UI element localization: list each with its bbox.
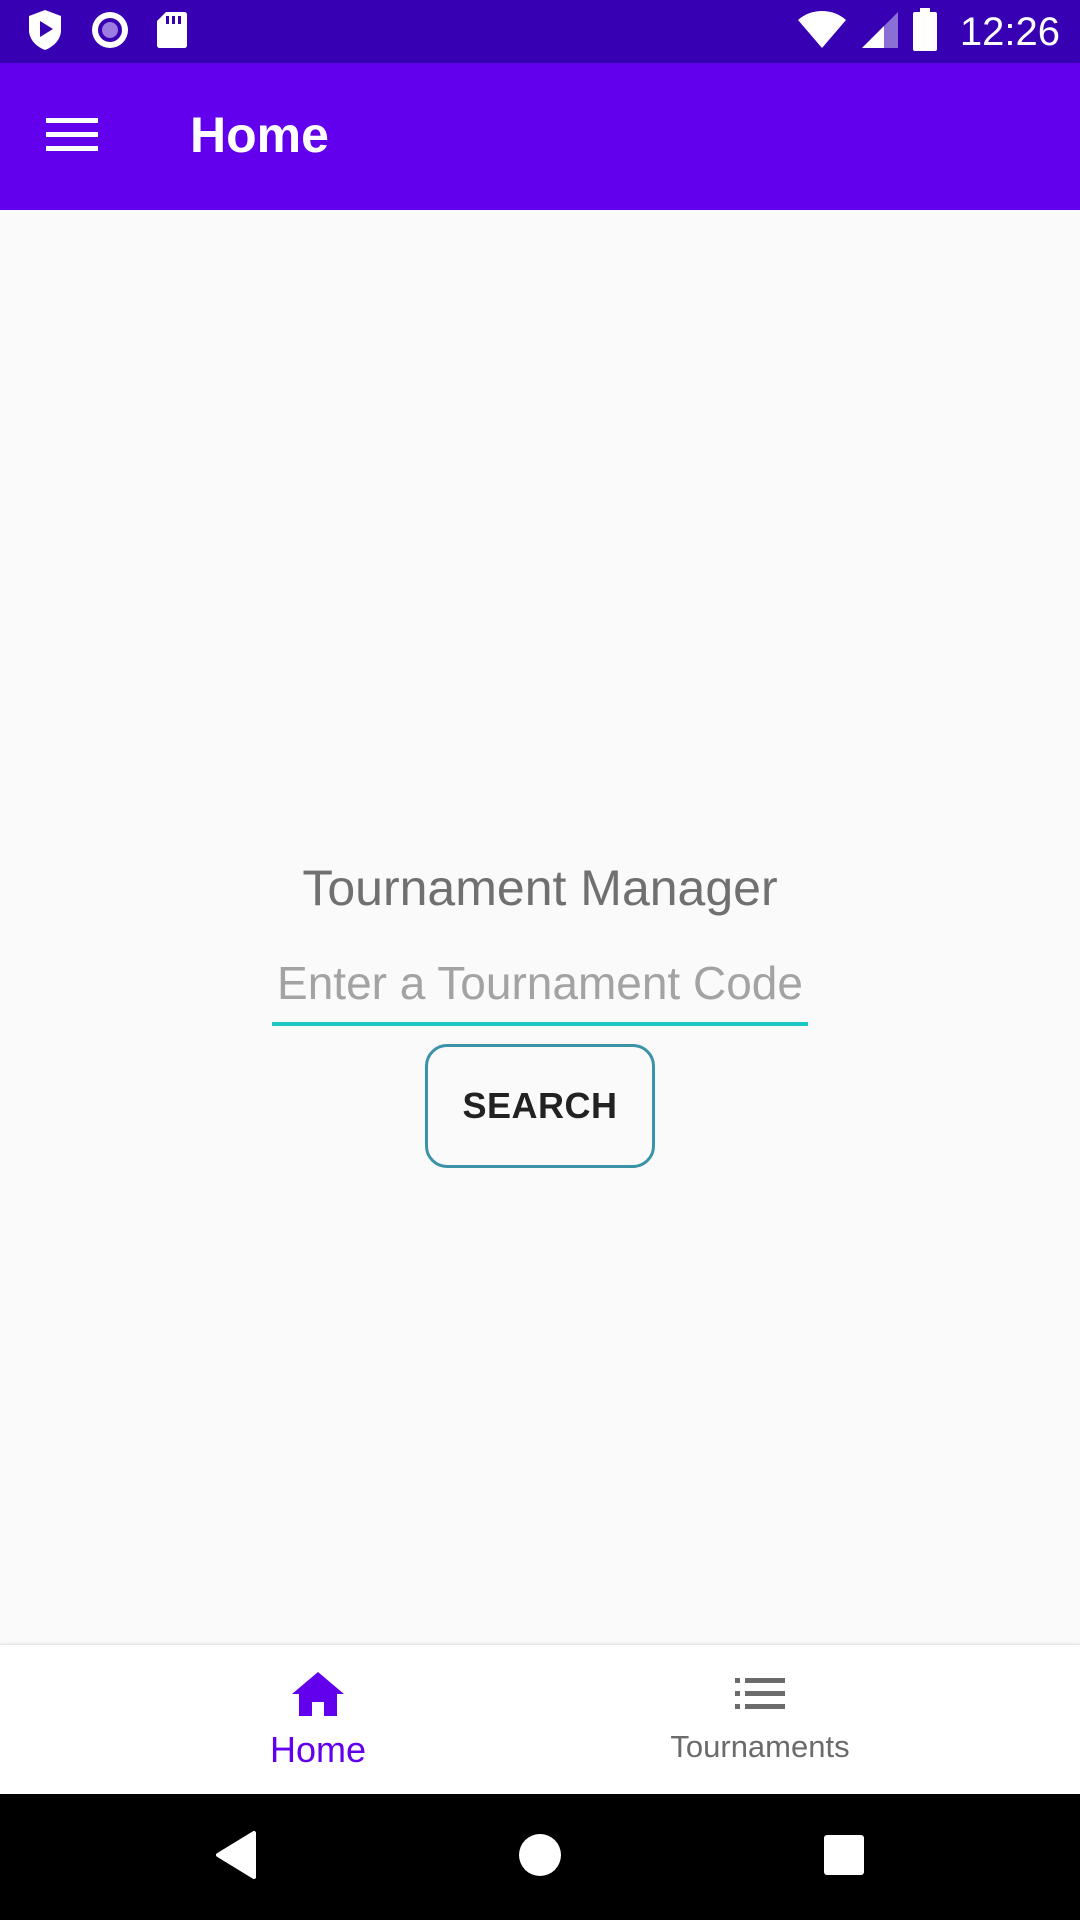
clock: 12:26 — [959, 9, 1060, 54]
status-right-icons: 12:26 — [796, 7, 1060, 57]
cell-signal-icon — [860, 10, 900, 55]
wifi-icon — [796, 10, 848, 55]
play-protect-icon — [26, 8, 64, 57]
status-bar: 12:26 — [0, 0, 1080, 63]
nav-label-tournaments: Tournaments — [670, 1728, 850, 1764]
home-system-button[interactable] — [510, 1827, 570, 1887]
home-circle-icon — [518, 1833, 562, 1882]
nav-item-home[interactable]: Home — [98, 1645, 538, 1795]
app-heading: Tournament Manager — [302, 860, 778, 916]
list-icon — [735, 1676, 785, 1717]
page-title: Home — [190, 107, 329, 163]
back-button[interactable] — [206, 1827, 266, 1887]
nav-label-home: Home — [269, 1728, 367, 1770]
system-navigation-bar — [0, 1794, 1080, 1920]
recents-button[interactable] — [814, 1827, 874, 1887]
sd-card-icon — [156, 10, 188, 55]
main-content: Tournament Manager SEARCH — [0, 210, 1080, 1644]
tournament-code-input[interactable] — [272, 950, 808, 1026]
home-icon — [290, 1670, 346, 1723]
status-left-icons — [26, 8, 188, 57]
app-bar: Home — [0, 63, 1080, 210]
recents-icon — [823, 1834, 865, 1881]
record-icon — [90, 10, 130, 55]
search-button[interactable]: SEARCH — [425, 1044, 655, 1168]
bottom-navigation: Home Tournaments — [0, 1644, 1080, 1794]
battery-icon — [912, 7, 938, 57]
back-icon — [214, 1830, 258, 1885]
menu-button[interactable] — [32, 97, 112, 177]
nav-item-tournaments[interactable]: Tournaments — [540, 1645, 980, 1795]
hamburger-menu-icon — [46, 116, 98, 159]
